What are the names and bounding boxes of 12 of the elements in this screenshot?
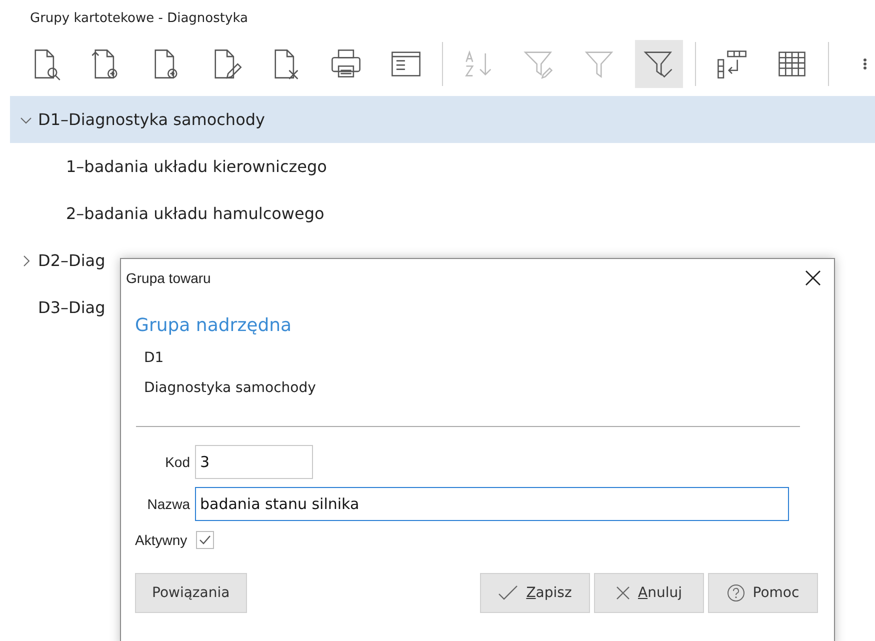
- tree-item-label: D2–Diag: [38, 251, 106, 270]
- parent-code: D1: [144, 350, 165, 366]
- tree-item-label: D1–Diagnostyka samochody: [38, 110, 265, 129]
- dialog-title: Grupa towaru: [126, 270, 211, 286]
- window-title: Grupy kartotekowe - Diagnostyka: [29, 10, 249, 28]
- tree-item-label: 1–badania układu kierowniczego: [66, 157, 327, 176]
- parent-name: Diagnostyka samochody: [144, 380, 317, 396]
- field-label: Kod: [164, 454, 191, 470]
- section-heading: Grupa nadrzędna: [135, 315, 293, 336]
- tree-item-label: 2–badania układu hamulcowego: [66, 204, 324, 223]
- checkbox-label: Aktywny: [135, 532, 188, 548]
- field-label: Nazwa: [146, 496, 191, 512]
